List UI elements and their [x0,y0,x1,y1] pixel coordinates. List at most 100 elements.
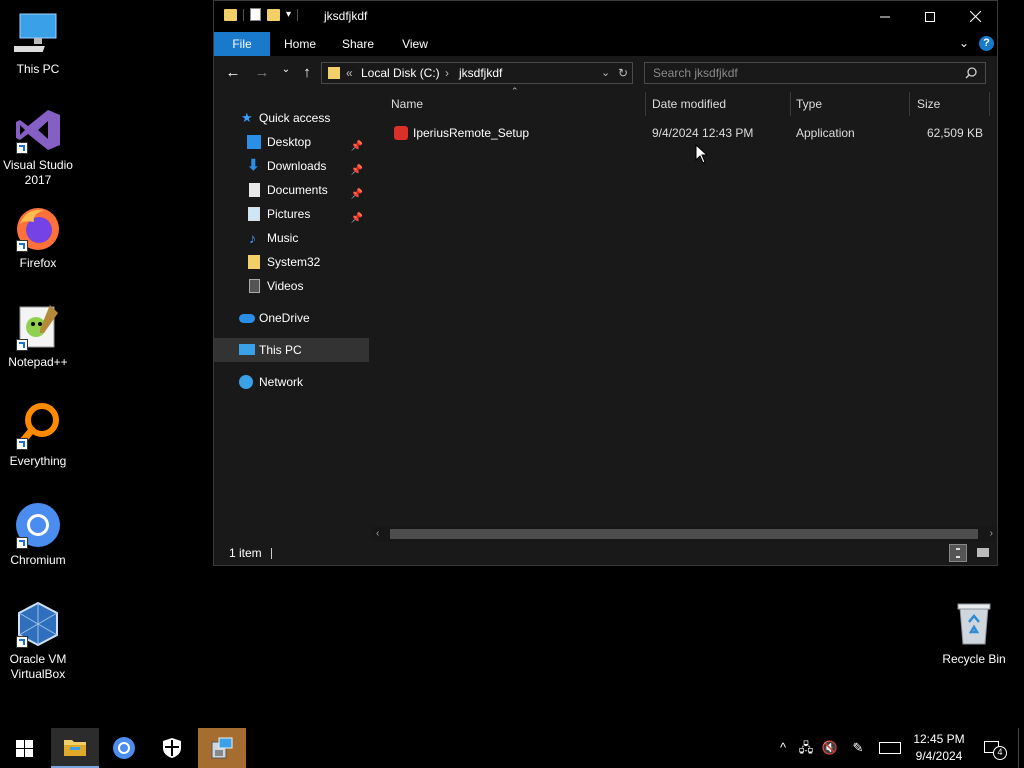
folder-icon [248,255,260,269]
breadcrumb-current-folder[interactable]: jksdfjkdf [459,63,502,83]
scroll-left-icon[interactable]: ‹ [376,526,379,542]
desktop-icon-this-pc[interactable]: This PC [0,10,76,77]
sidebar-item-label: OneDrive [259,311,310,325]
sidebar-item-label: System32 [267,255,321,269]
shortcut-arrow-icon [16,339,28,351]
file-explorer-icon [64,740,86,756]
address-dropdown-icon[interactable]: ⌄ [601,63,610,83]
sidebar-item-label: This PC [259,343,302,357]
sidebar-item-downloads[interactable]: ⬇ Downloads 📌 [214,154,369,178]
status-bar: 1 item [214,542,997,565]
folder-icon [224,8,237,21]
column-divider[interactable] [909,92,910,116]
properties-icon[interactable] [250,8,261,21]
file-date: 9/4/2024 12:43 PM [652,126,754,140]
show-hidden-icons-icon[interactable]: ^ [773,738,793,758]
breadcrumb-local-disk[interactable]: Local Disk (C:) [361,63,440,83]
pictures-icon [248,207,260,221]
scroll-right-icon[interactable]: › [990,526,993,542]
column-divider[interactable] [790,92,791,116]
music-note-icon: ♪ [249,230,256,246]
minimize-button[interactable] [862,1,908,32]
breadcrumb-overflow[interactable]: « [346,63,353,83]
taskbar-installer[interactable] [198,728,246,768]
sidebar-item-network[interactable]: Network [214,370,369,394]
start-button[interactable] [0,728,48,768]
new-folder-icon[interactable] [267,8,280,21]
taskbar-chromium[interactable] [100,728,148,768]
customize-toolbar-icon[interactable]: ▾ [286,9,291,20]
back-button[interactable]: ← [223,64,243,81]
sidebar-item-pictures[interactable]: Pictures 📌 [214,202,369,226]
installer-icon [211,737,233,759]
show-desktop-button[interactable] [1018,728,1024,768]
title-bar[interactable]: ▾ jksdfjkdf [214,1,997,32]
shield-icon [163,738,181,758]
sidebar-item-music[interactable]: ♪ Music [214,226,369,250]
desktop-icon-virtualbox[interactable]: Oracle VM VirtualBox [0,600,76,682]
search-input[interactable]: Search jksdfjkdf [653,66,738,80]
table-row[interactable]: IperiusRemote_Setup 9/4/2024 12:43 PM Ap… [372,122,997,144]
desktop-icon-recycle-bin[interactable]: Recycle Bin [936,600,1012,667]
recycle-bin-icon [950,600,998,648]
refresh-icon[interactable]: ↻ [618,63,628,83]
column-divider[interactable] [989,92,990,116]
desktop-icon-everything[interactable]: Everything [0,402,76,469]
desktop-icon-visual-studio[interactable]: Visual Studio 2017 [0,106,76,188]
sidebar-item-desktop[interactable]: Desktop 📌 [214,130,369,154]
network-tray-icon[interactable]: 🖧 [796,738,816,758]
search-box[interactable]: Search jksdfjkdf [644,62,986,84]
taskbar-windows-security[interactable] [148,728,196,768]
breadcrumb-separator: › [445,66,449,80]
file-list[interactable]: ⌃ Name Date modified Type Size IperiusRe… [372,86,997,526]
sidebar-item-videos[interactable]: Videos [214,274,369,298]
system-clock[interactable]: 12:45 PM 9/4/2024 [906,731,972,765]
tab-file[interactable]: File [214,32,270,56]
shortcut-arrow-icon [16,142,28,154]
column-divider[interactable] [645,92,646,116]
sidebar-item-this-pc[interactable]: This PC [214,338,369,362]
maximize-button[interactable] [907,1,953,32]
column-header-size[interactable]: Size [917,90,989,118]
sidebar-item-onedrive[interactable]: OneDrive [214,306,369,330]
taskbar-file-explorer[interactable] [51,728,99,768]
up-button[interactable]: ↑ [297,64,317,81]
sidebar-item-label: Quick access [259,111,331,125]
sidebar-item-label: Music [267,231,299,245]
file-explorer-window[interactable]: ▾ jksdfjkdf File Home Share View ⌄ ? ← →… [213,0,998,566]
expand-ribbon-icon[interactable]: ⌄ [959,36,969,50]
tab-view[interactable]: View [391,32,439,56]
action-center-button[interactable]: 4 [982,738,1007,760]
desktop-icon-label: This PC [16,62,60,76]
close-icon [969,11,981,22]
address-bar[interactable]: « Local Disk (C:) › jksdfjkdf ⌄ ↻ [321,62,633,84]
column-header-name[interactable]: Name [391,90,646,118]
scrollbar-thumb[interactable] [390,529,978,539]
folder-icon [328,67,340,79]
desktop-icon-chromium[interactable]: Chromium [0,501,76,568]
sidebar-item-documents[interactable]: Documents 📌 [214,178,369,202]
horizontal-scrollbar[interactable]: ‹ › [372,526,997,542]
close-button[interactable] [952,1,998,32]
large-icons-view-button[interactable] [975,545,991,561]
desktop-icon-notepadpp[interactable]: Notepad++ [0,303,76,370]
column-header-type[interactable]: Type [796,90,908,118]
this-pc-icon [8,10,62,58]
desktop-icon-firefox[interactable]: Firefox [0,204,76,271]
forward-button[interactable]: → [252,64,272,81]
tab-share[interactable]: Share [334,32,382,56]
details-view-button[interactable] [949,544,967,562]
sidebar-item-system32[interactable]: System32 [214,250,369,274]
touch-keyboard-icon[interactable] [878,738,902,758]
recent-locations-button[interactable]: ⌄ [276,64,296,75]
large-icons-view-icon [977,548,989,557]
volume-muted-icon[interactable]: 🔇 [820,738,840,758]
pen-workspace-icon[interactable]: ✎ [848,738,868,758]
column-header-date-modified[interactable]: Date modified [652,90,790,118]
sidebar-item-label: Videos [267,279,304,293]
help-icon[interactable]: ? [979,36,994,51]
ribbon-tabs: File Home Share View ⌄ ? [214,32,997,56]
tab-home[interactable]: Home [276,32,324,56]
search-icon [965,67,977,79]
sidebar-item-quick-access[interactable]: ★ Quick access [214,106,369,130]
